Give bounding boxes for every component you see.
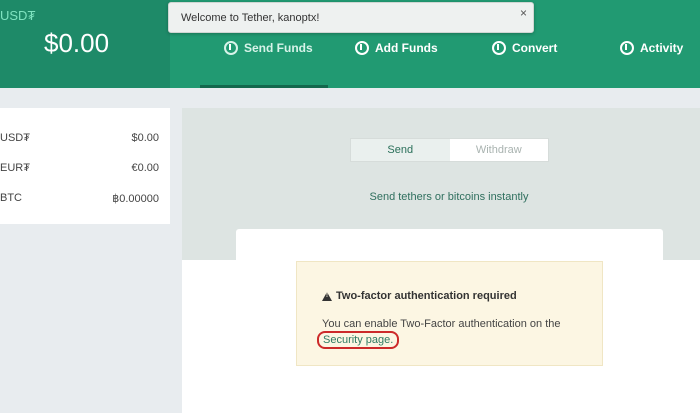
nav-label: Convert <box>512 41 558 55</box>
nav-label: Send Funds <box>244 41 313 55</box>
nav-add-funds[interactable]: Add Funds <box>355 38 438 58</box>
alert-title-text: Two-factor authentication required <box>336 290 517 302</box>
tab-withdraw[interactable]: Withdraw <box>450 139 549 161</box>
security-page-link[interactable]: Security page. <box>317 331 400 349</box>
warning-icon <box>322 291 332 301</box>
balance-value: $0.00 <box>131 132 159 144</box>
send-tabs: Send Withdraw <box>350 138 549 162</box>
two-factor-alert: Two-factor authentication required You c… <box>296 261 603 366</box>
balance-currency: USD₮ <box>0 8 36 23</box>
balance-row-eurt[interactable]: EUR₮ €0.00 <box>0 158 170 178</box>
balance-row-btc[interactable]: BTC ฿0.00000 <box>0 188 170 208</box>
balance-value: €0.00 <box>131 162 159 174</box>
activity-icon <box>620 41 634 55</box>
nav-activity[interactable]: Activity <box>620 38 683 58</box>
balance-currency-label: USD₮ <box>0 132 30 144</box>
welcome-toast: Welcome to Tether, kanoptx! × <box>168 2 534 33</box>
close-icon[interactable]: × <box>520 6 527 20</box>
balance-panel: USD₮ $0.00 <box>0 0 170 88</box>
active-nav-indicator <box>200 85 328 88</box>
balance-currency-label: BTC <box>0 192 22 204</box>
balances-list: USD₮ $0.00 EUR₮ €0.00 BTC ฿0.00000 <box>0 108 170 224</box>
tab-send[interactable]: Send <box>351 139 450 161</box>
balance-row-usdt[interactable]: USD₮ $0.00 <box>0 128 170 148</box>
balance-currency-label: EUR₮ <box>0 162 30 174</box>
alert-title: Two-factor authentication required <box>322 290 517 302</box>
nav-label: Activity <box>640 41 684 55</box>
nav-convert[interactable]: Convert <box>492 38 557 58</box>
nav-send-funds[interactable]: Send Funds <box>224 38 313 58</box>
add-funds-icon <box>355 41 369 55</box>
send-icon <box>224 41 238 55</box>
nav-label: Add Funds <box>375 41 438 55</box>
convert-icon <box>492 41 506 55</box>
alert-body: You can enable Two-Factor authentication… <box>322 318 561 330</box>
toast-message: Welcome to Tether, kanoptx! <box>181 12 320 24</box>
balance-value: ฿0.00000 <box>112 193 159 205</box>
page-subtitle: Send tethers or bitcoins instantly <box>369 191 529 203</box>
balance-amount: $0.00 <box>44 28 110 58</box>
